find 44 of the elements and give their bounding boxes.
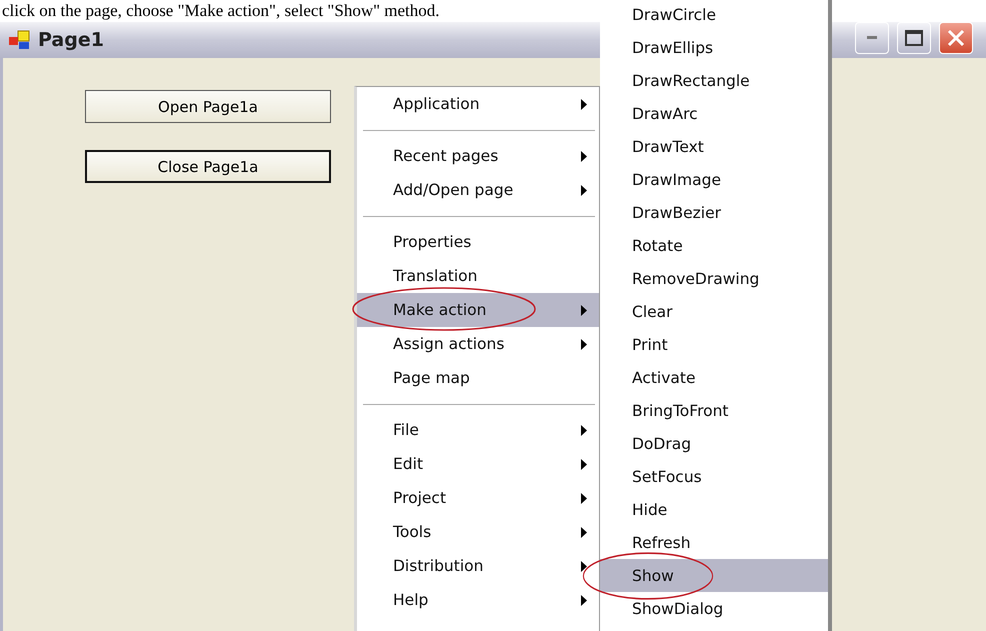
page-button[interactable]: Close Page1a: [85, 150, 331, 183]
menu-item[interactable]: Clear: [600, 295, 828, 328]
maximize-button[interactable]: [897, 22, 931, 54]
menu-item[interactable]: DoDrag: [600, 427, 828, 460]
menu-item[interactable]: Properties: [357, 225, 599, 259]
menu-item[interactable]: Show: [600, 559, 828, 592]
window-title: Page1: [38, 29, 104, 51]
menu-item[interactable]: DrawEllips: [600, 31, 828, 64]
menu-item[interactable]: Make action: [357, 293, 599, 327]
menu-item[interactable]: Print: [600, 328, 828, 361]
menu-item[interactable]: DrawImage: [600, 163, 828, 196]
menu-item[interactable]: Tools: [357, 515, 599, 549]
menu-item[interactable]: RemoveDrawing: [600, 262, 828, 295]
menu-item[interactable]: Hide: [600, 493, 828, 526]
menu-item[interactable]: Refresh: [600, 526, 828, 559]
menu-item[interactable]: DrawRectangle: [600, 64, 828, 97]
menu-item[interactable]: DrawBezier: [600, 196, 828, 229]
close-icon: [947, 29, 965, 47]
menu-item[interactable]: BringToFront: [600, 394, 828, 427]
menu-item[interactable]: Assign actions: [357, 327, 599, 361]
close-button[interactable]: [939, 22, 973, 54]
menu-item[interactable]: ShowDialog: [600, 592, 828, 625]
menu-item[interactable]: DrawText: [600, 130, 828, 163]
menu-item[interactable]: DrawCircle: [600, 0, 828, 31]
menu-item[interactable]: File: [357, 413, 599, 447]
menu-item[interactable]: Edit: [357, 447, 599, 481]
menu-item[interactable]: Distribution: [357, 549, 599, 583]
page-button[interactable]: Open Page1a: [85, 90, 331, 123]
menu-item[interactable]: Recent pages: [357, 139, 599, 173]
menu-item[interactable]: Add/Open page: [357, 173, 599, 207]
minimize-icon: [867, 36, 877, 40]
menu-item[interactable]: Page map: [357, 361, 599, 395]
caption-text: click on the page, choose "Make action", select "Show" method.: [1, 0, 440, 22]
menu-item[interactable]: Application: [357, 87, 599, 121]
maximize-icon: [905, 30, 923, 46]
menu-item[interactable]: Rotate: [600, 229, 828, 262]
menu-item[interactable]: SetFocus: [600, 460, 828, 493]
app-icon: [8, 30, 30, 50]
menu-item[interactable]: Activate: [600, 361, 828, 394]
menu-item[interactable]: DrawArc: [600, 97, 828, 130]
menu-item[interactable]: Translation: [357, 259, 599, 293]
menu-item[interactable]: Project: [357, 481, 599, 515]
menu-item[interactable]: Help: [357, 583, 599, 617]
minimize-button[interactable]: [855, 22, 889, 54]
